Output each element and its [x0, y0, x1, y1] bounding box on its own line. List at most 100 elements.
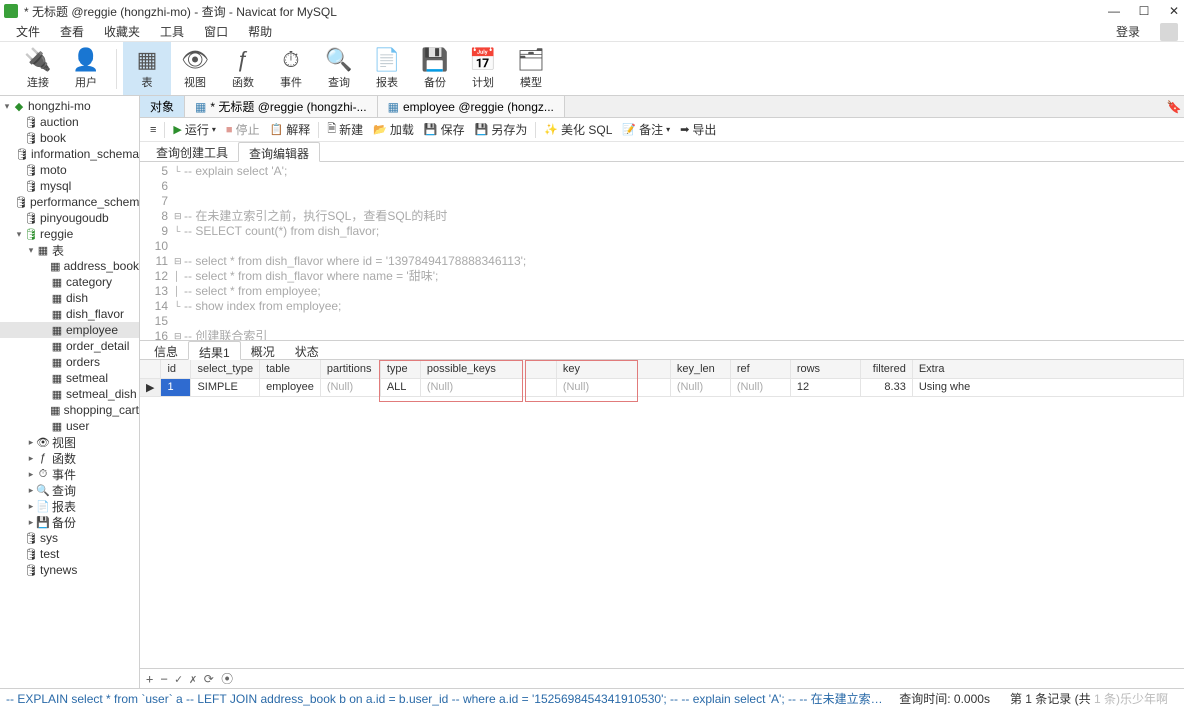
- grid-row[interactable]: ▶ 1 SIMPLE employee (Null) ALL (Null) (N…: [140, 378, 1184, 396]
- col-filtered[interactable]: filtered: [860, 360, 912, 378]
- cell-id[interactable]: 1: [161, 378, 191, 396]
- tree-db[interactable]: information_schema: [29, 147, 139, 161]
- subtab-editor[interactable]: 查询编辑器: [238, 142, 320, 162]
- tab-employee[interactable]: ▦employee @reggie (hongz...: [378, 96, 565, 117]
- menu-file[interactable]: 文件: [6, 23, 50, 40]
- menu-toggle-button[interactable]: ≡: [146, 124, 160, 136]
- col-select-type[interactable]: select_type: [191, 360, 260, 378]
- tree-db[interactable]: moto: [38, 163, 67, 177]
- menu-help[interactable]: 帮助: [238, 23, 282, 40]
- tree-connection[interactable]: hongzhi-mo: [26, 99, 91, 113]
- cell-partitions[interactable]: (Null): [320, 378, 380, 396]
- tree-views[interactable]: 视图: [50, 434, 76, 451]
- menu-window[interactable]: 窗口: [194, 23, 238, 40]
- result-tab-status[interactable]: 状态: [285, 341, 329, 359]
- stop-button[interactable]: ■停止: [222, 121, 264, 138]
- login-link[interactable]: 登录: [1116, 23, 1160, 40]
- result-tab-result1[interactable]: 结果1: [188, 341, 241, 360]
- tree-db[interactable]: sys: [38, 531, 58, 545]
- beautify-button[interactable]: ✨美化 SQL: [540, 121, 616, 138]
- save-button[interactable]: 💾保存: [420, 121, 469, 138]
- tree-db[interactable]: auction: [38, 115, 79, 129]
- result-tab-info[interactable]: 信息: [144, 341, 188, 359]
- tree-table[interactable]: address_book: [62, 259, 139, 273]
- toolbar-user-button[interactable]: 👤用户: [62, 42, 110, 95]
- tree-backups[interactable]: 备份: [50, 514, 76, 531]
- tree-table[interactable]: dish: [64, 291, 88, 305]
- toolbar-function-button[interactable]: ƒ函数: [219, 42, 267, 95]
- cell-type[interactable]: ALL: [380, 378, 420, 396]
- toolbar-report-button[interactable]: 📄报表: [363, 42, 411, 95]
- cell-key[interactable]: (Null): [556, 378, 670, 396]
- new-button[interactable]: 🗎新建: [323, 120, 367, 139]
- tab-objects[interactable]: 对象: [140, 96, 185, 117]
- tree-db-reggie[interactable]: reggie: [38, 227, 73, 241]
- cell-filtered[interactable]: 8.33: [860, 378, 912, 396]
- explain-button[interactable]: 📋解释: [266, 121, 315, 138]
- col-partitions[interactable]: partitions: [320, 360, 380, 378]
- tree-db[interactable]: book: [38, 131, 66, 145]
- toolbar-event-button[interactable]: ⏱事件: [267, 42, 315, 95]
- toolbar-table-button[interactable]: ▦表: [123, 42, 171, 95]
- col-extra[interactable]: Extra: [912, 360, 1183, 378]
- cell-extra[interactable]: Using whe: [912, 378, 1183, 396]
- window-close-button[interactable]: [1168, 4, 1180, 18]
- tree-table[interactable]: user: [64, 419, 89, 433]
- menu-view[interactable]: 查看: [50, 23, 94, 40]
- sql-editor[interactable]: 5└-- explain select 'A'; 6 7 8⊟-- 在未建立索引…: [140, 162, 1184, 340]
- tree-table[interactable]: category: [64, 275, 112, 289]
- tab-overflow-icon[interactable]: 🔖: [1164, 96, 1184, 117]
- run-button[interactable]: ▶运行▾: [169, 121, 220, 138]
- tree-db[interactable]: pinyougoudb: [38, 211, 109, 225]
- tree-queries[interactable]: 查询: [50, 482, 76, 499]
- window-minimize-button[interactable]: [1108, 4, 1120, 18]
- avatar-icon[interactable]: [1160, 23, 1178, 41]
- tree-table-employee[interactable]: employee: [64, 323, 118, 337]
- col-key-len[interactable]: key_len: [670, 360, 730, 378]
- cell-select-type[interactable]: SIMPLE: [191, 378, 260, 396]
- col-key[interactable]: key: [556, 360, 670, 378]
- tree-db[interactable]: test: [38, 547, 59, 561]
- tree-functions[interactable]: 函数: [50, 450, 76, 467]
- cell-rows[interactable]: 12: [790, 378, 860, 396]
- export-button[interactable]: ➡导出: [676, 121, 720, 138]
- result-tab-profile[interactable]: 概况: [241, 341, 285, 359]
- subtab-builder[interactable]: 查询创建工具: [146, 142, 238, 161]
- tree-table[interactable]: dish_flavor: [64, 307, 124, 321]
- toolbar-view-button[interactable]: 👁视图: [171, 42, 219, 95]
- tree-table[interactable]: shopping_cart: [62, 403, 139, 417]
- toolbar-schedule-button[interactable]: 📅计划: [459, 42, 507, 95]
- col-ref[interactable]: ref: [730, 360, 790, 378]
- window-maximize-button[interactable]: [1138, 4, 1150, 18]
- toolbar-query-button[interactable]: 🔍查询: [315, 42, 363, 95]
- note-button[interactable]: 📝备注▾: [618, 121, 674, 138]
- tree-db[interactable]: mysql: [38, 179, 71, 193]
- toolbar-backup-button[interactable]: 💾备份: [411, 42, 459, 95]
- grid-footer-controls[interactable]: + − ✓ ✗ ⟳ ⦿: [146, 670, 233, 687]
- cell-table[interactable]: employee: [260, 378, 321, 396]
- toolbar-model-button[interactable]: 🗂模型: [507, 42, 555, 95]
- tree-db[interactable]: performance_schema: [28, 195, 140, 209]
- tree-events[interactable]: 事件: [50, 466, 76, 483]
- tab-query[interactable]: ▦* 无标题 @reggie (hongzhi-...: [185, 96, 378, 117]
- database-tree[interactable]: ▾◆hongzhi-mo 🛢auction 🛢book 🛢information…: [0, 96, 140, 688]
- col-rows[interactable]: rows: [790, 360, 860, 378]
- tree-tables-node[interactable]: 表: [50, 242, 64, 259]
- tree-table[interactable]: setmeal: [64, 371, 108, 385]
- result-grid[interactable]: id select_type table partitions type pos…: [140, 360, 1184, 668]
- tree-table[interactable]: setmeal_dish: [64, 387, 137, 401]
- col-id[interactable]: id: [161, 360, 191, 378]
- cell-ref[interactable]: (Null): [730, 378, 790, 396]
- load-button[interactable]: 📂加载: [369, 121, 418, 138]
- col-type[interactable]: type: [380, 360, 420, 378]
- menu-favorites[interactable]: 收藏夹: [94, 23, 150, 40]
- tree-reports[interactable]: 报表: [50, 498, 76, 515]
- toolbar-connect-button[interactable]: 🔌连接: [14, 42, 62, 95]
- col-table[interactable]: table: [260, 360, 321, 378]
- cell-possible-keys[interactable]: (Null): [420, 378, 556, 396]
- col-possible-keys[interactable]: possible_keys: [420, 360, 556, 378]
- tree-db[interactable]: tynews: [38, 563, 77, 577]
- cell-key-len[interactable]: (Null): [670, 378, 730, 396]
- saveas-button[interactable]: 💾另存为: [471, 121, 532, 138]
- menu-tools[interactable]: 工具: [150, 23, 194, 40]
